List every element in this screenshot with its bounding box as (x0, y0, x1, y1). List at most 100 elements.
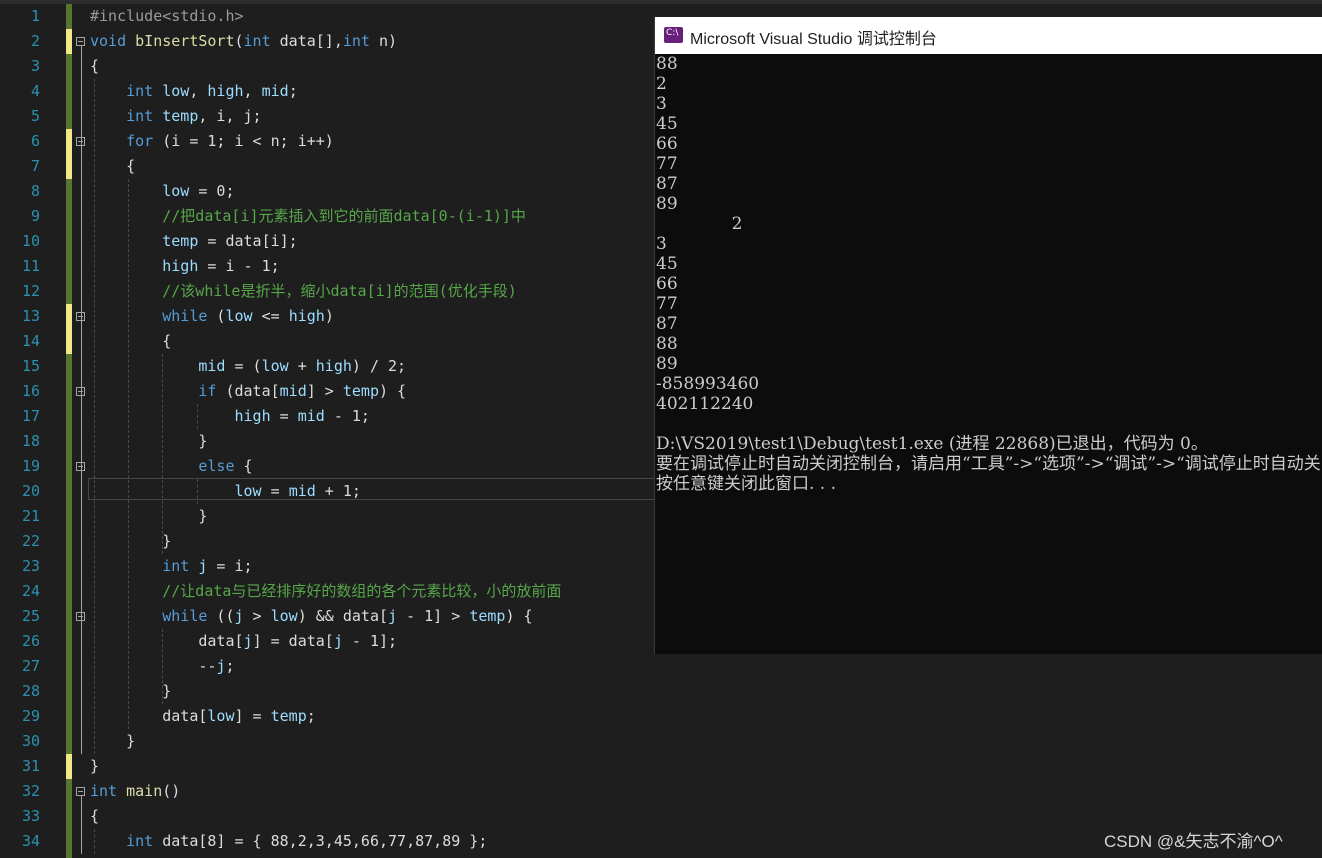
code-token: while (162, 607, 208, 625)
console-output-line: 45 (656, 254, 678, 274)
code-line[interactable]: { (90, 329, 171, 354)
code-line[interactable]: int low, high, mid; (90, 79, 298, 104)
code-line[interactable]: { (90, 804, 99, 829)
code-line[interactable]: low = mid + 1; (90, 479, 361, 504)
unsaved-change-marker (66, 304, 72, 329)
code-token: , (189, 82, 208, 100)
line-number: 32 (21, 782, 40, 800)
code-line[interactable]: } (90, 504, 207, 529)
code-token: int (90, 782, 118, 800)
code-line[interactable]: high = mid - 1; (90, 404, 370, 429)
line-number: 23 (21, 557, 40, 575)
code-token: temp (342, 382, 379, 400)
line-number: 31 (21, 757, 40, 775)
line-number: 4 (30, 82, 40, 100)
debug-console-window[interactable]: C:\ Microsoft Visual Studio 调试控制台 88 2 3 45… (654, 17, 1322, 654)
code-line[interactable]: } (90, 754, 99, 779)
line-number: 5 (30, 107, 40, 125)
code-line[interactable]: //把data[i]元素插入到它的前面data[0-(i-1)]中 (90, 204, 526, 229)
code-line[interactable]: void bInsertSort(int data[],int n) (90, 29, 397, 54)
console-output-line: 2 (656, 74, 667, 94)
code-token: + 1; (315, 482, 361, 500)
console-output-line: D:\VS2019\test1\Debug\test1.exe (进程 2286… (656, 434, 1208, 454)
code-line[interactable]: for (i = 1; i < n; i++) (90, 129, 334, 154)
code-token: n) (369, 32, 398, 50)
code-token: mid (297, 407, 325, 425)
line-number: 2 (30, 32, 40, 50)
code-line[interactable]: --j; (90, 654, 234, 679)
code-line[interactable]: while (low <= high) (90, 304, 334, 329)
line-number: 9 (30, 207, 40, 225)
line-number: 1 (30, 7, 40, 25)
code-token: data[8] = { 88,2,3,45,66,77,87,89 }; (153, 832, 488, 850)
line-number: 24 (21, 582, 40, 600)
code-token: } (90, 757, 100, 775)
code-line[interactable]: { (90, 154, 135, 179)
unsaved-change-marker (66, 129, 72, 154)
code-line[interactable]: data[low] = temp; (90, 704, 316, 729)
code-token: mid (288, 482, 316, 500)
code-line[interactable]: //该while是折半，缩小data[i]的范围(优化手段) (90, 279, 517, 304)
code-line[interactable]: mid = (low + high) / 2; (90, 354, 406, 379)
code-line[interactable]: //让data与已经排序好的数组的各个元素比较，小的放前面 (90, 579, 561, 604)
code-line[interactable]: else { (90, 454, 253, 479)
code-token: ] > (306, 382, 343, 400)
code-line[interactable]: if (data[mid] > temp) { (90, 379, 406, 404)
code-token: ] = (234, 707, 271, 725)
code-token: , i, j; (198, 107, 262, 125)
code-line[interactable]: temp = data[i]; (90, 229, 297, 254)
code-line[interactable]: } (90, 729, 135, 754)
unsaved-change-marker (66, 754, 72, 779)
code-token: low (162, 182, 190, 200)
code-line[interactable]: int data[8] = { 88,2,3,45,66,77,87,89 }; (90, 829, 487, 854)
code-line[interactable]: low = 0; (90, 179, 234, 204)
code-token: j (234, 607, 244, 625)
code-token: } (90, 682, 172, 700)
code-line[interactable]: data[j] = data[j - 1]; (90, 629, 397, 654)
code-token: low (270, 607, 298, 625)
code-line[interactable]: high = i - 1; (90, 254, 279, 279)
code-line[interactable]: int main() (90, 779, 180, 804)
code-line[interactable]: } (90, 429, 207, 454)
line-number: 26 (21, 632, 40, 650)
code-token: { (90, 157, 136, 175)
code-token: <= (252, 307, 289, 325)
console-title-bar[interactable]: C:\ Microsoft Visual Studio 调试控制台 (655, 17, 1322, 54)
code-line[interactable]: int temp, i, j; (90, 104, 262, 129)
code-token: = (270, 407, 298, 425)
code-token: { (234, 457, 253, 475)
line-number: 14 (21, 332, 40, 350)
vs-icon: C:\ (664, 27, 683, 43)
code-token: { (90, 807, 100, 825)
code-token: mid (261, 82, 289, 100)
code-token: (( (207, 607, 235, 625)
console-output-line: 88 (656, 334, 678, 354)
code-line[interactable]: int j = i; (90, 554, 252, 579)
code-token: while (162, 307, 208, 325)
code-line[interactable]: } (90, 529, 171, 554)
fold-range-line (81, 796, 82, 854)
code-line[interactable]: #include<stdio.h> (90, 4, 244, 29)
code-token: temp (162, 232, 199, 250)
code-token: bInsertSort (135, 32, 235, 50)
unsaved-change-marker (66, 29, 72, 54)
code-token: > (243, 607, 271, 625)
code-token: (i = 1; i < n; i++) (153, 132, 334, 150)
code-line[interactable]: while ((j > low) && data[j - 1] > temp) … (90, 604, 532, 629)
code-line[interactable]: } (90, 679, 171, 704)
collapse-icon[interactable] (76, 787, 85, 796)
code-line[interactable]: { (90, 54, 99, 79)
collapse-icon[interactable] (76, 37, 85, 46)
code-token: high (234, 407, 271, 425)
code-token: = ( (225, 357, 262, 375)
